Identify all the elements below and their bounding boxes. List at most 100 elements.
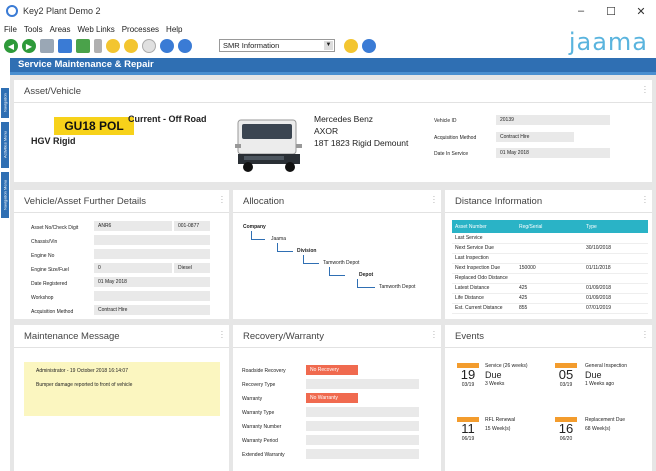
events-panel: Events · · · 19 03/19 Service (26 weeks) D… (445, 325, 652, 471)
menu-areas[interactable]: Areas (50, 25, 71, 34)
allocation-node: Depot (359, 272, 374, 278)
recovery-label: Recovery Type (242, 382, 276, 388)
detail-label: Date Registered (31, 281, 68, 287)
kebab-menu-icon[interactable]: · · · (220, 193, 224, 207)
allocation-node: Tamworth Depot (323, 260, 360, 266)
kebab-menu-icon[interactable]: · · · (643, 193, 647, 207)
title-bar: Key2 Plant Demo 2 – ☐ ✕ (0, 0, 656, 22)
clock-icon[interactable] (142, 39, 156, 53)
refresh-icon[interactable] (178, 39, 192, 53)
recovery-value: No Recovery (306, 365, 358, 375)
event-title: Service (26 weeks) (485, 363, 528, 369)
detail-extra: 001-0877 (174, 221, 210, 231)
undo-icon[interactable] (362, 39, 376, 53)
event-date[interactable]: 16 06/20 (555, 417, 577, 447)
event-title: RFL Renewal (485, 417, 516, 423)
menu-tools[interactable]: Tools (24, 25, 43, 34)
detail-label: Workshop (31, 295, 54, 301)
view-select[interactable]: SMR Information ▼ (219, 39, 335, 52)
detail-value: 0 (94, 263, 172, 273)
event-sub: 1 Weeks ago (585, 381, 615, 387)
menu-file[interactable]: File (4, 25, 17, 34)
menu-processes[interactable]: Processes (122, 25, 159, 34)
table-row[interactable]: Last Inspection (452, 253, 648, 264)
maintenance-panel: Maintenance Message · · · Administrator - … (14, 325, 229, 471)
asset-status: Current - Off Road (128, 114, 207, 124)
detail-value (94, 235, 210, 245)
chevron-down-icon: ▼ (324, 41, 333, 50)
detail-value (94, 291, 210, 301)
event-date[interactable]: 19 03/19 (457, 363, 479, 393)
allocation-node: Division (297, 248, 317, 254)
allocation-node: Company (243, 224, 266, 230)
detail-value: 01 May 2018 (94, 277, 210, 287)
table-row[interactable]: Latest Distance 425 01/09/2018 (452, 283, 648, 294)
recovery-panel: Recovery/Warranty · · · Roadside Recovery … (233, 325, 441, 471)
side-tabs: Navigation Activities Menu Navigation Me… (0, 75, 10, 471)
menu-web-links[interactable]: Web Links (77, 25, 114, 34)
table-row[interactable]: Next Inspection Due 150000 01/11/2018 (452, 263, 648, 274)
asset-category: HGV Rigid (31, 136, 76, 146)
form-icon[interactable] (58, 39, 72, 53)
recovery-value (306, 449, 419, 459)
tool-icon[interactable] (94, 39, 102, 53)
column-header[interactable]: Type (583, 220, 648, 233)
event-status: Due (585, 370, 602, 380)
view-select-value: SMR Information (223, 41, 280, 50)
table-row[interactable]: Next Service Due 30/10/2018 (452, 243, 648, 254)
detail-label: Engine No (31, 253, 55, 259)
detail-label: Asset No/Check Digit (31, 225, 79, 231)
truck-image (235, 119, 302, 172)
table-row[interactable]: Replaced Odo Distance (452, 273, 648, 284)
recovery-title: Recovery/Warranty (243, 331, 324, 342)
message-note: Administrator - 19 October 2018 16:14:07… (24, 362, 220, 416)
date-in-service-label: Date In Service (434, 151, 469, 157)
further-details-title: Vehicle/Asset Further Details (24, 196, 146, 207)
kebab-menu-icon[interactable]: · · · (432, 193, 436, 207)
distance-panel: Distance Information · · · Asset Number Re… (445, 190, 652, 319)
folder-icon[interactable] (106, 39, 120, 53)
event-date[interactable]: 11 06/19 (457, 417, 479, 447)
date-in-service-value: 01 May 2018 (496, 148, 610, 158)
detail-value: Contract Hire (94, 305, 210, 315)
print-icon[interactable] (40, 39, 54, 53)
acquisition-method-value: Contract Hire (496, 132, 574, 142)
page-title: Service Maintenance & Repair (10, 58, 656, 72)
kebab-menu-icon[interactable]: · · · (220, 328, 224, 342)
table-row[interactable]: Last Service (452, 233, 648, 244)
table-row[interactable]: Est. Current Distance 855 07/01/2019 (452, 303, 648, 314)
toolbar: ◀ ▶ SMR Information ▼ (0, 36, 656, 56)
open-folder-icon[interactable] (124, 39, 138, 53)
acquisition-method-label: Acquisition Method (434, 135, 477, 141)
recovery-label: Roadside Recovery (242, 368, 286, 374)
column-header[interactable]: Asset Number (452, 220, 516, 233)
search-icon[interactable] (160, 39, 174, 53)
side-tab-navigation-menu[interactable]: Navigation Menu (1, 172, 9, 218)
event-date[interactable]: 05 03/19 (555, 363, 577, 393)
table-row[interactable]: Life Distance 425 01/09/2018 (452, 293, 648, 304)
kebab-menu-icon[interactable]: · · · (643, 83, 647, 97)
distance-title: Distance Information (455, 196, 543, 207)
kebab-menu-icon[interactable]: · · · (432, 328, 436, 342)
app-window: Key2 Plant Demo 2 – ☐ ✕ File Tools Areas… (0, 0, 656, 471)
event-sub: 15 Week(s) (485, 426, 511, 432)
close-button[interactable]: ✕ (626, 0, 656, 22)
spreadsheet-icon[interactable] (76, 39, 90, 53)
kebab-menu-icon[interactable]: · · · (643, 328, 647, 342)
side-tab-navigation[interactable]: Navigation (1, 88, 9, 118)
allocation-panel: Allocation · · · Company Jaama Division Ta… (233, 190, 441, 319)
registration-plate: GU18 POL (54, 117, 134, 135)
vehicle-make: Mercedes Benz (314, 114, 374, 124)
menu-bar: File Tools Areas Web Links Processes Hel… (0, 22, 656, 36)
maximize-button[interactable]: ☐ (596, 0, 626, 22)
event-title: General Inspection (585, 363, 627, 369)
minimize-button[interactable]: – (566, 0, 596, 22)
back-icon[interactable]: ◀ (4, 39, 18, 53)
menu-help[interactable]: Help (166, 25, 182, 34)
forward-icon[interactable]: ▶ (22, 39, 36, 53)
recovery-label: Warranty Number (242, 424, 282, 430)
event-title: Replacement Due (585, 417, 626, 423)
column-header[interactable]: Reg/Serial (516, 220, 583, 233)
go-icon[interactable] (344, 39, 358, 53)
side-tab-activities[interactable]: Activities Menu (1, 122, 9, 168)
